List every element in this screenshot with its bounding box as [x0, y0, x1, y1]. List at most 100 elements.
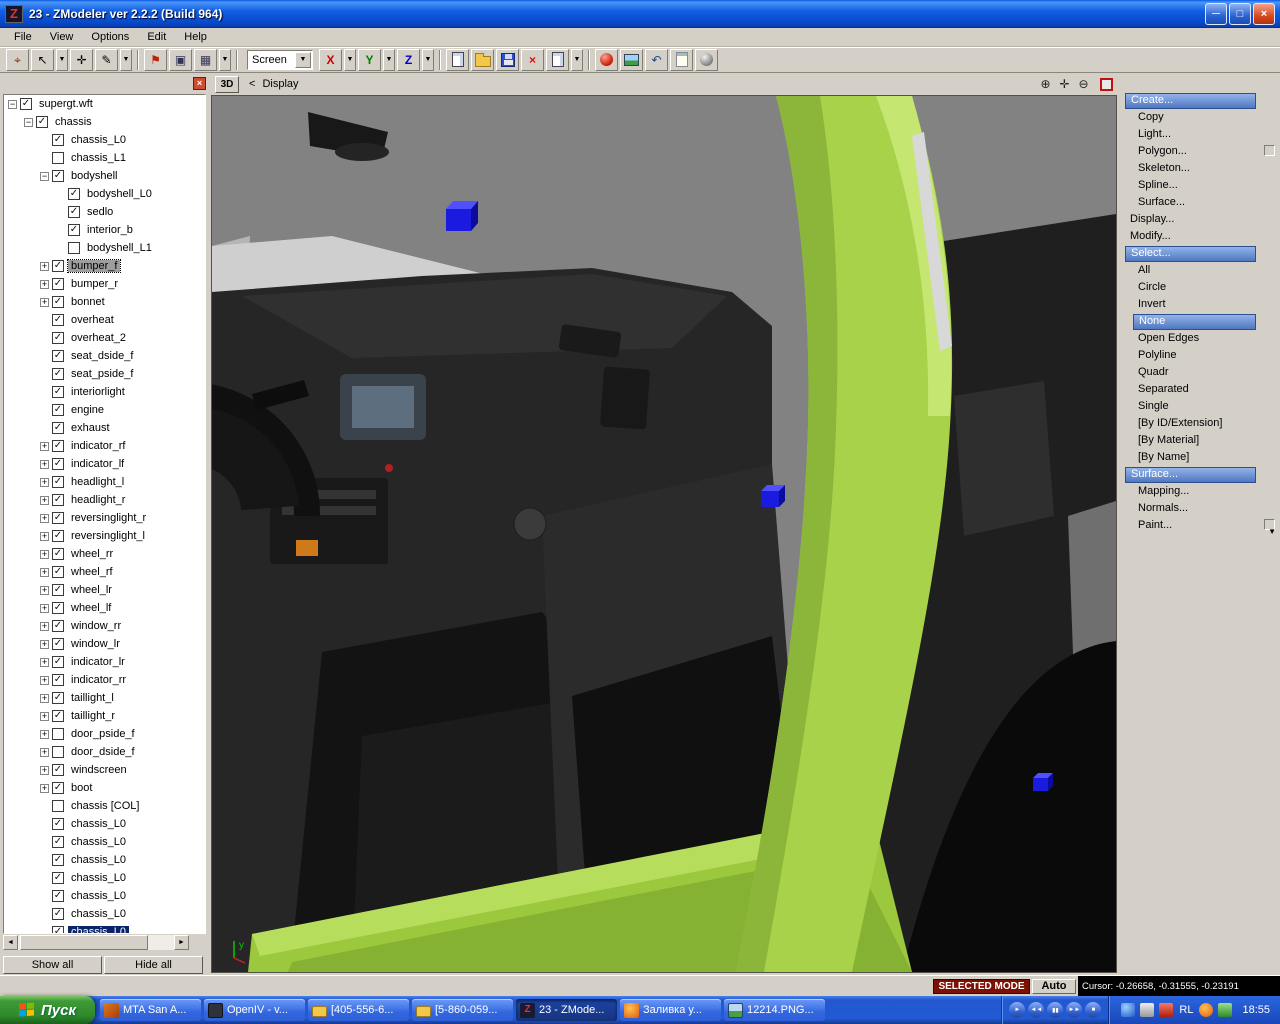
combo-dropdown-icon[interactable]: ▼ [295, 52, 311, 68]
tree-item-overheat[interactable]: ✓overheat [4, 311, 205, 329]
tree-item-indicator-lr[interactable]: +✓indicator_lr [4, 653, 205, 671]
tree-item-window-rr[interactable]: +✓window_rr [4, 617, 205, 635]
panel-button-open-edges[interactable]: Open Edges [1133, 331, 1256, 347]
visibility-checkbox[interactable]: ✓ [52, 422, 64, 434]
helper-cube-3[interactable] [1033, 773, 1053, 791]
expand-icon[interactable]: + [40, 460, 49, 469]
visibility-checkbox[interactable]: ✓ [52, 692, 64, 704]
taskbar-task-mta-san-a[interactable]: MTA San A... [100, 999, 201, 1021]
visibility-checkbox[interactable]: ✓ [52, 296, 64, 308]
hide-all-button[interactable]: Hide all [104, 956, 203, 974]
collapse-icon[interactable]: − [40, 172, 49, 181]
visibility-checkbox[interactable]: ✓ [68, 224, 80, 236]
viewport-3d-scene[interactable]: y [212, 96, 1116, 972]
visibility-checkbox[interactable] [52, 800, 64, 812]
scroll-track[interactable] [18, 935, 174, 950]
close-button[interactable]: × [1253, 3, 1275, 25]
draw-menu-arrow-icon[interactable]: ▼ [120, 49, 132, 71]
tree-item-chassis-col[interactable]: chassis [COL] [4, 797, 205, 815]
axis-z-button[interactable]: Z [397, 49, 420, 71]
expand-icon[interactable]: + [40, 604, 49, 613]
viewport-stop-icon[interactable] [1100, 78, 1113, 91]
stop-button[interactable]: ■ [1085, 1002, 1101, 1018]
viewport-canvas[interactable]: y [211, 95, 1117, 973]
expand-icon[interactable]: + [40, 622, 49, 631]
tree-item-taillight-r[interactable]: +✓taillight_r [4, 707, 205, 725]
scroll-thumb[interactable] [20, 935, 148, 950]
panel-button-none[interactable]: None [1133, 314, 1256, 330]
minimize-button[interactable]: ─ [1205, 3, 1227, 25]
visibility-checkbox[interactable] [52, 728, 64, 740]
panel-button-quadr[interactable]: Quadr [1133, 365, 1256, 381]
visibility-checkbox[interactable]: ✓ [52, 332, 64, 344]
info-icon[interactable] [695, 49, 718, 71]
panel-button-polyline[interactable]: Polyline [1133, 348, 1256, 364]
undo-icon[interactable]: ↶ [645, 49, 668, 71]
visibility-checkbox[interactable]: ✓ [52, 440, 64, 452]
panel-button-surface[interactable]: Surface... [1125, 467, 1256, 483]
visibility-checkbox[interactable]: ✓ [52, 764, 64, 776]
volume-icon[interactable] [1140, 1003, 1154, 1017]
visibility-checkbox[interactable]: ✓ [52, 260, 64, 272]
tree-item-chassis-l1[interactable]: chassis_L1 [4, 149, 205, 167]
play-button[interactable]: ► [1009, 1002, 1025, 1018]
tree-horizontal-scrollbar[interactable]: ◄ ► [3, 935, 189, 950]
firefox-tray-icon[interactable] [1199, 1003, 1213, 1017]
panel-button-single[interactable]: Single [1133, 399, 1256, 415]
tree-item-chassis-l0[interactable]: ✓chassis_L0 [4, 851, 205, 869]
visibility-checkbox[interactable]: ✓ [52, 530, 64, 542]
visibility-checkbox[interactable]: ✓ [52, 638, 64, 650]
panel-button-by-material[interactable]: [By Material] [1133, 433, 1256, 449]
tree-item-sedlo[interactable]: ✓sedlo [4, 203, 205, 221]
tree-item-wheel-lf[interactable]: +✓wheel_lf [4, 599, 205, 617]
expand-icon[interactable]: + [40, 478, 49, 487]
expand-icon[interactable]: + [40, 766, 49, 775]
visibility-checkbox[interactable]: ✓ [52, 854, 64, 866]
tree-item-chassis-l0[interactable]: ✓chassis_L0 [4, 833, 205, 851]
view-mode-combo[interactable]: Screen▼ [247, 50, 313, 70]
panel-button-skeleton[interactable]: Skeleton... [1133, 161, 1256, 177]
tree-item-indicator-rr[interactable]: +✓indicator_rr [4, 671, 205, 689]
tree-item-seat-pside-f[interactable]: ✓seat_pside_f [4, 365, 205, 383]
visibility-checkbox[interactable]: ✓ [52, 710, 64, 722]
flag-icon[interactable]: ⚑ [144, 49, 167, 71]
axis-y-button[interactable]: Y [358, 49, 381, 71]
visibility-checkbox[interactable] [68, 242, 80, 254]
panel-button-invert[interactable]: Invert [1133, 297, 1256, 313]
tree-item-bumper-f[interactable]: +✓bumper_f [4, 257, 205, 275]
visibility-checkbox[interactable]: ✓ [52, 458, 64, 470]
antivirus-icon[interactable] [1159, 1003, 1173, 1017]
visibility-checkbox[interactable]: ✓ [52, 494, 64, 506]
scroll-right-icon[interactable]: ► [174, 935, 189, 950]
axes-mode-icon[interactable]: ⌖ [6, 49, 29, 71]
visibility-checkbox[interactable]: ✓ [52, 584, 64, 596]
tree-item-door-pside-f[interactable]: +door_pside_f [4, 725, 205, 743]
expand-icon[interactable]: + [40, 532, 49, 541]
panel-button-by-name[interactable]: [By Name] [1133, 450, 1256, 466]
prev-button[interactable]: ◄◄ [1028, 1002, 1044, 1018]
material-editor-icon[interactable] [595, 49, 618, 71]
visibility-checkbox[interactable]: ✓ [52, 836, 64, 848]
open-file-icon[interactable] [471, 49, 494, 71]
menu-item-help[interactable]: Help [175, 29, 216, 45]
tree-item-wheel-lr[interactable]: +✓wheel_lr [4, 581, 205, 599]
delete-icon[interactable]: × [521, 49, 544, 71]
visibility-checkbox[interactable]: ✓ [52, 674, 64, 686]
tree-panel-close-icon[interactable]: × [193, 77, 206, 90]
zoom-in-icon[interactable]: ⊕ [1036, 76, 1055, 92]
grid-icon[interactable]: ▦ [194, 49, 217, 71]
expand-icon[interactable]: + [40, 568, 49, 577]
save-file-icon[interactable] [496, 49, 519, 71]
expand-icon[interactable]: + [40, 280, 49, 289]
select-menu-arrow-icon[interactable]: ▼ [56, 49, 68, 71]
viewport-layout-icon[interactable]: ▣ [169, 49, 192, 71]
panel-scroll-marker-icon[interactable]: ▼ [1268, 527, 1276, 536]
new-file-icon[interactable] [446, 49, 469, 71]
taskbar-task-405-556-6[interactable]: [405-556-6... [308, 999, 409, 1021]
pause-button[interactable]: ▮▮ [1047, 1002, 1063, 1018]
texture-browser-icon[interactable] [620, 49, 643, 71]
panel-button-copy[interactable]: Copy [1133, 110, 1256, 126]
visibility-checkbox[interactable]: ✓ [52, 368, 64, 380]
visibility-checkbox[interactable]: ✓ [52, 908, 64, 920]
auto-toggle[interactable]: Auto [1032, 979, 1076, 994]
